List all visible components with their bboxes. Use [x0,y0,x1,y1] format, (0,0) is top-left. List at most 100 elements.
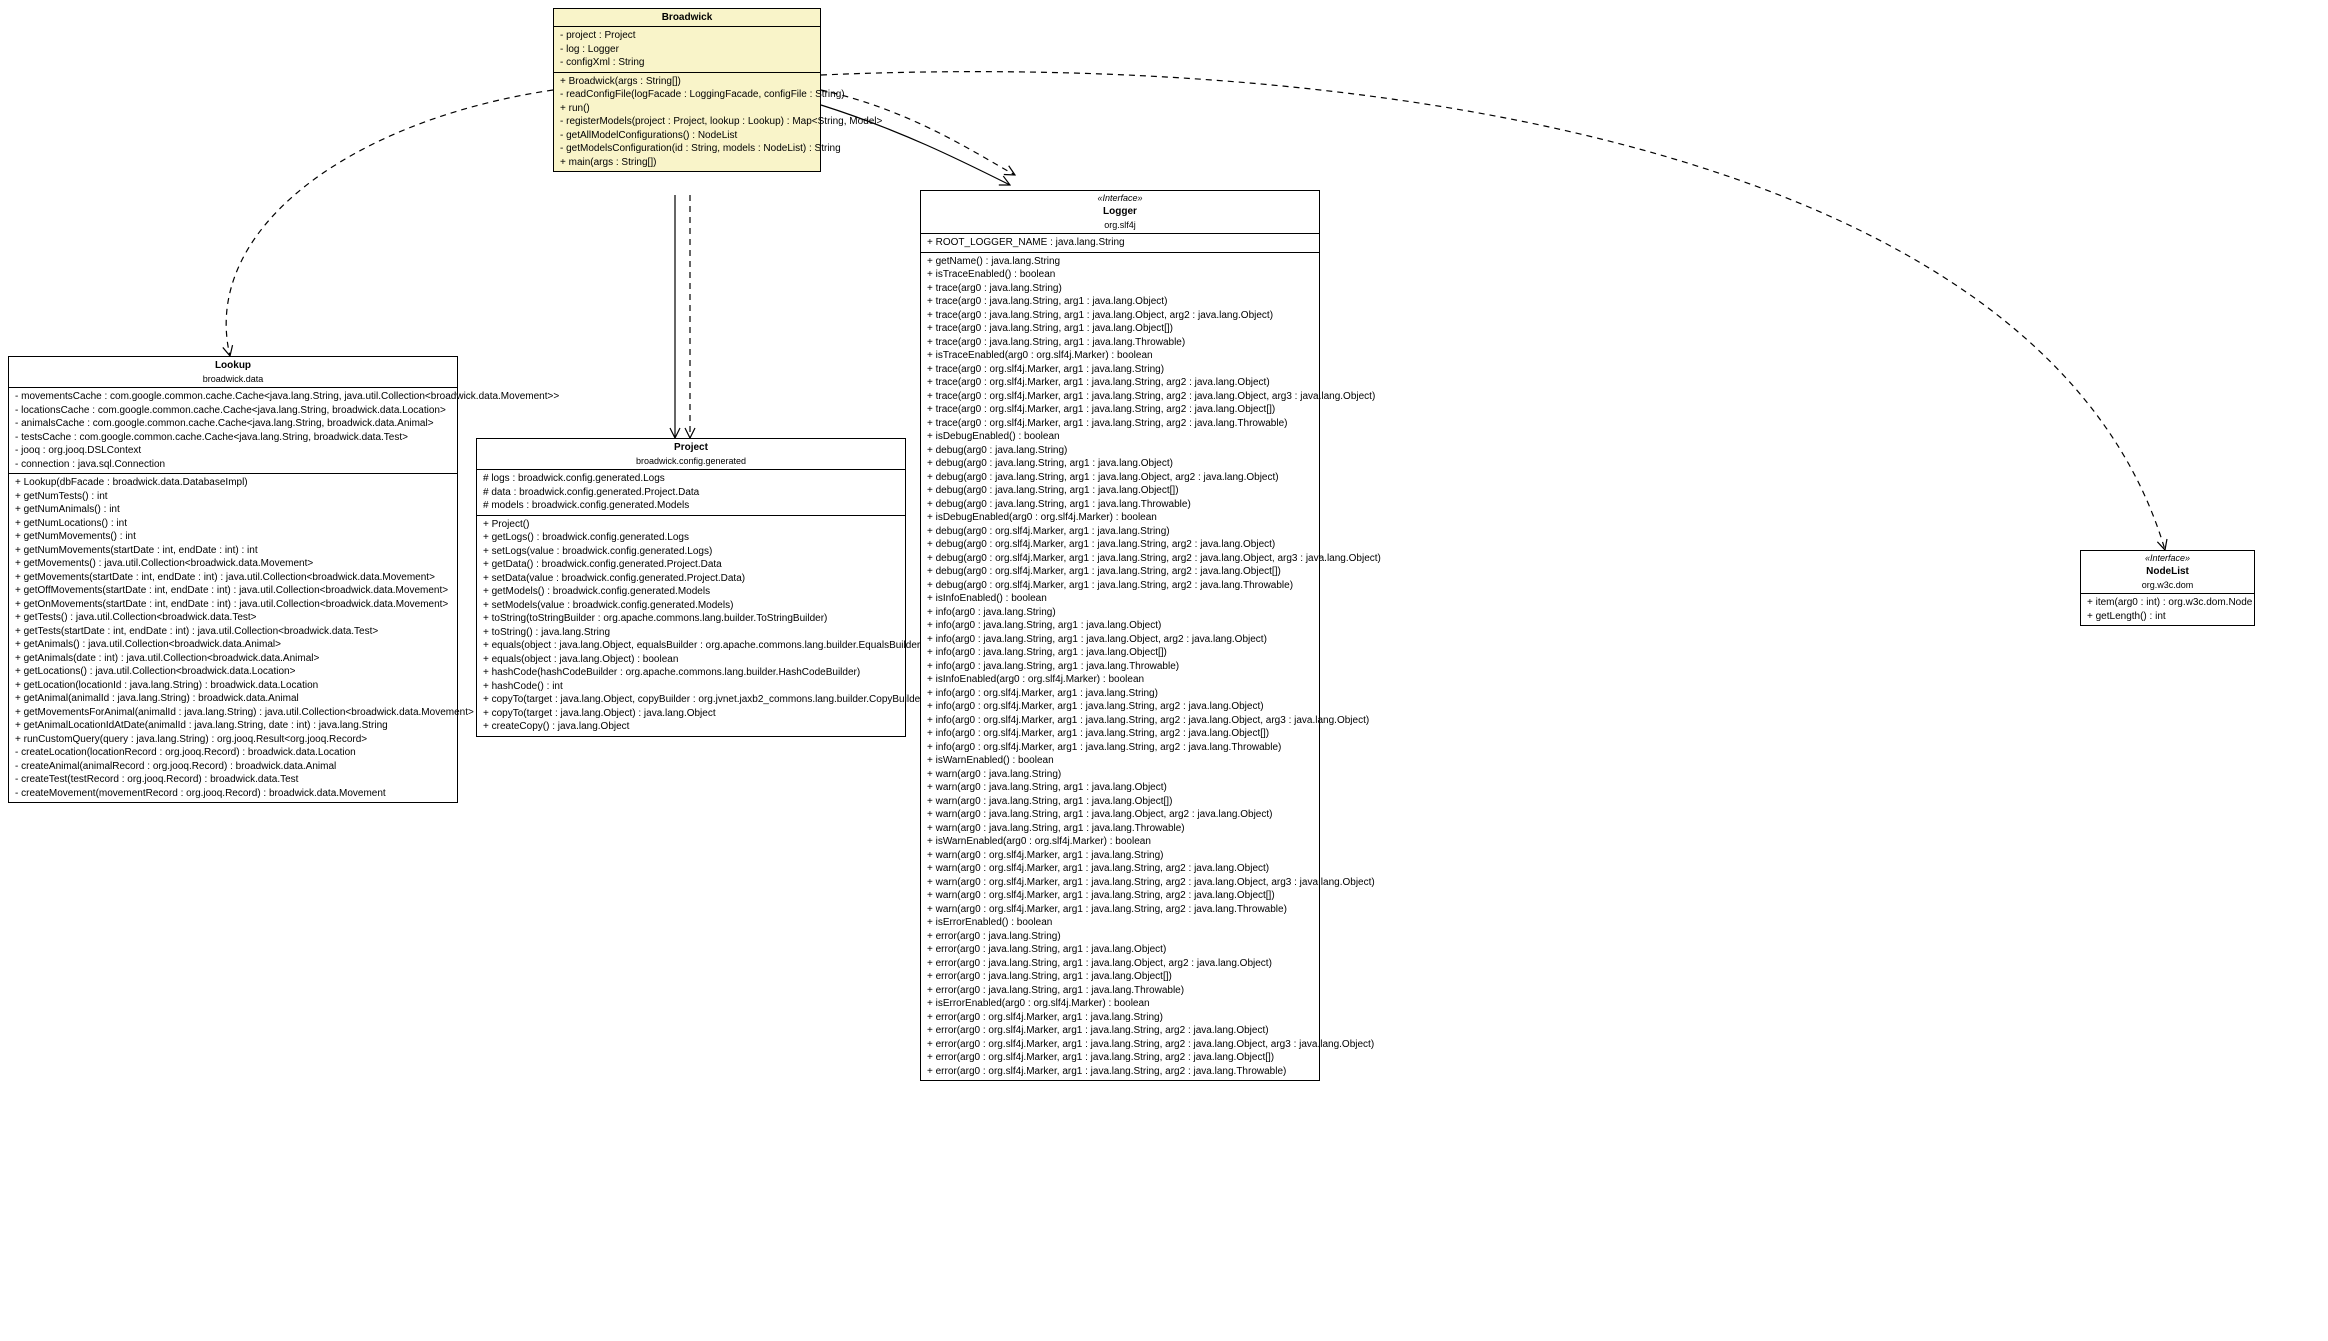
interface-logger: «Interface» Logger org.slf4j + ROOT_LOGG… [920,190,1320,1081]
member-row: - createAnimal(animalRecord : org.jooq.R… [15,760,451,774]
member-row: + warn(arg0 : java.lang.String, arg1 : j… [927,808,1313,822]
methods-section: + getName() : java.lang.String+ isTraceE… [921,252,1319,1081]
member-row: + debug(arg0 : java.lang.String, arg1 : … [927,457,1313,471]
member-row: + trace(arg0 : java.lang.String) [927,282,1313,296]
member-row: + getLength() : int [2087,610,2248,624]
member-row: - project : Project [560,29,814,43]
member-row: - jooq : org.jooq.DSLContext [15,444,451,458]
member-row: + toString(toStringBuilder : org.apache.… [483,612,899,626]
member-row: + setLogs(value : broadwick.config.gener… [483,545,899,559]
member-row: + warn(arg0 : java.lang.String, arg1 : j… [927,822,1313,836]
member-row: + isWarnEnabled() : boolean [927,754,1313,768]
member-row: + ROOT_LOGGER_NAME : java.lang.String [927,236,1313,250]
member-row: + isDebugEnabled() : boolean [927,430,1313,444]
member-row: + error(arg0 : org.slf4j.Marker, arg1 : … [927,1024,1313,1038]
member-row: + warn(arg0 : org.slf4j.Marker, arg1 : j… [927,889,1313,903]
member-row: + setModels(value : broadwick.config.gen… [483,599,899,613]
member-row: + isWarnEnabled(arg0 : org.slf4j.Marker)… [927,835,1313,849]
class-package: org.w3c.dom [2081,580,2254,593]
member-row: # data : broadwick.config.generated.Proj… [483,486,899,500]
member-row: + isErrorEnabled() : boolean [927,916,1313,930]
member-row: + getAnimal(animalId : java.lang.String)… [15,692,451,706]
member-row: + error(arg0 : java.lang.String, arg1 : … [927,984,1313,998]
member-row: - createTest(testRecord : org.jooq.Recor… [15,773,451,787]
member-row: + error(arg0 : org.slf4j.Marker, arg1 : … [927,1011,1313,1025]
member-row: + error(arg0 : java.lang.String, arg1 : … [927,970,1313,984]
member-row: + info(arg0 : org.slf4j.Marker, arg1 : j… [927,741,1313,755]
member-row: + hashCode(hashCodeBuilder : org.apache.… [483,666,899,680]
fields-section: # logs : broadwick.config.generated.Logs… [477,469,905,515]
member-row: - getModelsConfiguration(id : String, mo… [560,142,814,156]
member-row: + error(arg0 : org.slf4j.Marker, arg1 : … [927,1038,1313,1052]
class-title: Lookup [9,357,457,374]
member-row: + getTests() : java.util.Collection<broa… [15,611,451,625]
member-row: + getModels() : broadwick.config.generat… [483,585,899,599]
class-package: org.slf4j [921,220,1319,233]
member-row: + info(arg0 : java.lang.String, arg1 : j… [927,633,1313,647]
methods-section: + Lookup(dbFacade : broadwick.data.Datab… [9,473,457,802]
member-row: + getNumMovements(startDate : int, endDa… [15,544,451,558]
member-row: + trace(arg0 : org.slf4j.Marker, arg1 : … [927,390,1313,404]
member-row: - createMovement(movementRecord : org.jo… [15,787,451,801]
member-row: - configXml : String [560,56,814,70]
member-row: - createLocation(locationRecord : org.jo… [15,746,451,760]
member-row: + getAnimals(date : int) : java.util.Col… [15,652,451,666]
member-row: + getAnimals() : java.util.Collection<br… [15,638,451,652]
fields-section: - movementsCache : com.google.common.cac… [9,387,457,473]
member-row: + warn(arg0 : java.lang.String) [927,768,1313,782]
methods-section: + item(arg0 : int) : org.w3c.dom.Node+ g… [2081,593,2254,625]
member-row: + trace(arg0 : org.slf4j.Marker, arg1 : … [927,376,1313,390]
member-row: + debug(arg0 : org.slf4j.Marker, arg1 : … [927,579,1313,593]
stereotype: «Interface» [2081,551,2254,563]
member-row: + getMovements() : java.util.Collection<… [15,557,451,571]
class-package: broadwick.data [9,374,457,387]
member-row: + error(arg0 : java.lang.String, arg1 : … [927,943,1313,957]
member-row: + info(arg0 : org.slf4j.Marker, arg1 : j… [927,714,1313,728]
member-row: + trace(arg0 : java.lang.String, arg1 : … [927,322,1313,336]
member-row: + run() [560,102,814,116]
member-row: + warn(arg0 : org.slf4j.Marker, arg1 : j… [927,876,1313,890]
methods-section: + Project()+ getLogs() : broadwick.confi… [477,515,905,736]
member-row: + equals(object : java.lang.Object) : bo… [483,653,899,667]
member-row: + isTraceEnabled() : boolean [927,268,1313,282]
member-row: + getLogs() : broadwick.config.generated… [483,531,899,545]
member-row: - locationsCache : com.google.common.cac… [15,404,451,418]
member-row: # logs : broadwick.config.generated.Logs [483,472,899,486]
member-row: + getLocation(locationId : java.lang.Str… [15,679,451,693]
member-row: + trace(arg0 : org.slf4j.Marker, arg1 : … [927,403,1313,417]
class-lookup: Lookup broadwick.data - movementsCache :… [8,356,458,803]
member-row: + debug(arg0 : org.slf4j.Marker, arg1 : … [927,552,1313,566]
member-row: + warn(arg0 : java.lang.String, arg1 : j… [927,781,1313,795]
member-row: - movementsCache : com.google.common.cac… [15,390,451,404]
member-row: + trace(arg0 : org.slf4j.Marker, arg1 : … [927,363,1313,377]
member-row: + getNumTests() : int [15,490,451,504]
member-row: + getOffMovements(startDate : int, endDa… [15,584,451,598]
member-row: + item(arg0 : int) : org.w3c.dom.Node [2087,596,2248,610]
member-row: + copyTo(target : java.lang.Object) : ja… [483,707,899,721]
class-package: broadwick.config.generated [477,456,905,469]
member-row: + warn(arg0 : org.slf4j.Marker, arg1 : j… [927,862,1313,876]
member-row: + isErrorEnabled(arg0 : org.slf4j.Marker… [927,997,1313,1011]
member-row: + error(arg0 : org.slf4j.Marker, arg1 : … [927,1065,1313,1079]
member-row: - registerModels(project : Project, look… [560,115,814,129]
member-row: + getMovements(startDate : int, endDate … [15,571,451,585]
member-row: + isTraceEnabled(arg0 : org.slf4j.Marker… [927,349,1313,363]
member-row: + createCopy() : java.lang.Object [483,720,899,734]
member-row: + debug(arg0 : org.slf4j.Marker, arg1 : … [927,565,1313,579]
member-row: + debug(arg0 : org.slf4j.Marker, arg1 : … [927,525,1313,539]
member-row: + debug(arg0 : java.lang.String, arg1 : … [927,484,1313,498]
member-row: + debug(arg0 : java.lang.String, arg1 : … [927,498,1313,512]
member-row: + getName() : java.lang.String [927,255,1313,269]
fields-section: - project : Project- log : Logger- confi… [554,26,820,72]
member-row: - animalsCache : com.google.common.cache… [15,417,451,431]
member-row: + getOnMovements(startDate : int, endDat… [15,598,451,612]
member-row: + getTests(startDate : int, endDate : in… [15,625,451,639]
interface-nodelist: «Interface» NodeList org.w3c.dom + item(… [2080,550,2255,626]
member-row: - readConfigFile(logFacade : LoggingFaca… [560,88,814,102]
member-row: + warn(arg0 : org.slf4j.Marker, arg1 : j… [927,903,1313,917]
member-row: + trace(arg0 : java.lang.String, arg1 : … [927,295,1313,309]
member-row: - log : Logger [560,43,814,57]
member-row: + getNumMovements() : int [15,530,451,544]
member-row: + equals(object : java.lang.Object, equa… [483,639,899,653]
class-title: Logger [921,203,1319,220]
